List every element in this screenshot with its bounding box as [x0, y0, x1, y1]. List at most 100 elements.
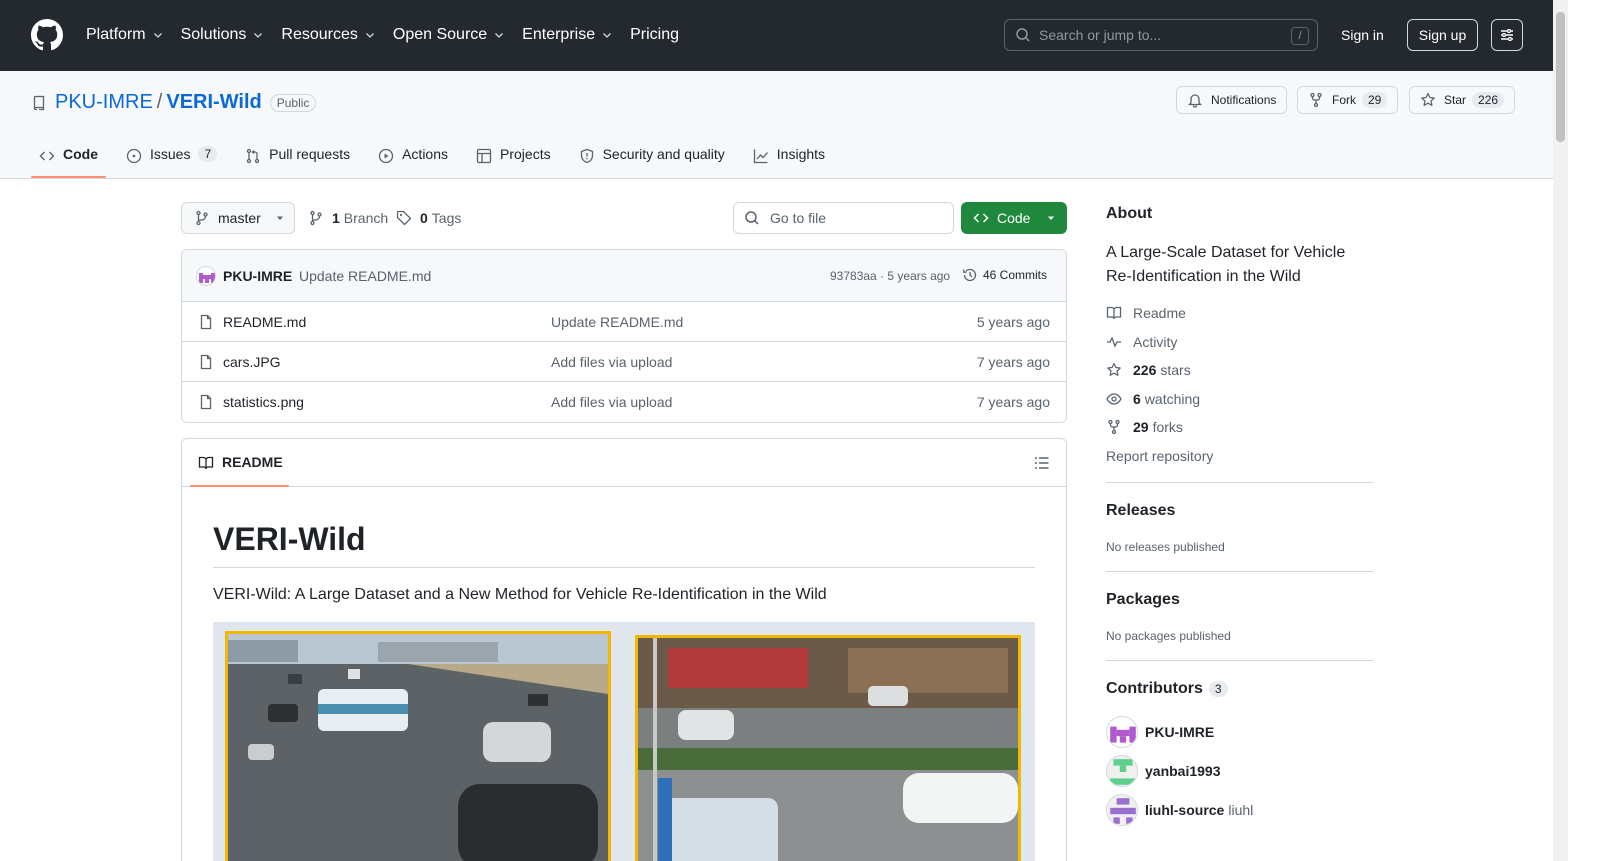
chevron-down-icon [254, 33, 263, 38]
traffic-photo-right [635, 635, 1021, 861]
chevron-down-icon [495, 33, 504, 38]
branch-selector-button[interactable]: master [181, 202, 295, 234]
latest-commit-bar: PKU-IMRE Update README.md 93783aa · 5 ye… [182, 250, 1066, 302]
readme-panel: README VERI-Wild VERI-Wild: A Large Data… [181, 438, 1067, 861]
tab-actions[interactable]: Actions [370, 141, 456, 178]
file-icon [200, 314, 212, 330]
tab-projects[interactable]: Projects [468, 141, 559, 178]
caret-down-icon [276, 216, 283, 220]
file-commit-message-link[interactable]: Update README.md [551, 314, 683, 330]
avatar [1106, 716, 1138, 748]
packages-empty-text: No packages published [1106, 629, 1231, 643]
tab-code[interactable]: Code [31, 141, 106, 178]
stars-link[interactable]: 226 stars [1106, 362, 1191, 378]
tab-issues[interactable]: Issues 7 [118, 141, 225, 178]
code-icon [39, 151, 55, 161]
nav-solutions[interactable]: Solutions [181, 24, 265, 46]
shield-icon [580, 148, 593, 164]
contributors-heading-link[interactable]: Contributors 3 [1106, 680, 1228, 698]
file-icon [200, 394, 212, 410]
commits-history-link[interactable]: 46 Commits [962, 267, 1047, 283]
book-icon [198, 456, 214, 470]
git-branch-icon [196, 210, 208, 226]
contributor-item[interactable]: yanbai1993 [1106, 755, 1221, 787]
file-name-link[interactable]: statistics.png [223, 394, 304, 410]
readme-link[interactable]: Readme [1106, 305, 1186, 321]
activity-link[interactable]: Activity [1106, 334, 1177, 350]
file-name-link[interactable]: cars.JPG [223, 354, 281, 370]
readme-tab[interactable]: README [190, 439, 291, 487]
file-age: 5 years ago [976, 314, 1050, 330]
branches-link[interactable]: 1 Branch [308, 210, 388, 226]
commit-author-link[interactable]: PKU-IMRE [223, 268, 292, 284]
fork-count: 29 [1362, 92, 1388, 108]
global-search-input[interactable]: Search or jump to... / [1004, 19, 1318, 51]
sidebar-divider [1106, 482, 1373, 483]
readme-title: VERI-Wild [213, 521, 366, 557]
search-icon [745, 211, 759, 225]
repo-owner-link[interactable]: PKU-IMRE [55, 91, 153, 114]
repo-name-link[interactable]: VERI-Wild [166, 91, 261, 114]
contributor-item[interactable]: PKU-IMRE [1106, 716, 1214, 748]
traffic-photo-left [225, 631, 611, 861]
sign-up-button[interactable]: Sign up [1407, 19, 1478, 51]
sliders-icon [1501, 29, 1513, 41]
fork-button[interactable]: Fork 29 [1297, 86, 1399, 114]
search-icon [1016, 28, 1030, 42]
sign-in-link[interactable]: Sign in [1341, 27, 1384, 43]
star-icon [1421, 92, 1435, 106]
releases-empty-text: No releases published [1106, 540, 1225, 554]
global-nav: Platform Solutions Resources Open Source… [86, 24, 696, 46]
tab-security[interactable]: Security and quality [571, 141, 733, 178]
go-to-file-input[interactable]: Go to file [733, 202, 954, 234]
packages-heading-link[interactable]: Packages [1106, 591, 1180, 609]
watchers-link[interactable]: 6 watching [1106, 391, 1200, 407]
contributors-count: 3 [1208, 681, 1228, 697]
list-unordered-icon[interactable] [1034, 455, 1050, 471]
repository-header: PKU-IMRE / VERI-Wild Public Notification… [0, 71, 1553, 179]
star-count: 226 [1472, 92, 1505, 108]
search-placeholder: Search or jump to... [1039, 27, 1162, 43]
notifications-button[interactable]: Notifications [1176, 86, 1288, 114]
github-logo-icon[interactable] [31, 19, 63, 51]
global-header: Platform Solutions Resources Open Source… [0, 0, 1553, 71]
star-button[interactable]: Star 226 [1409, 86, 1516, 114]
tag-icon [396, 210, 412, 226]
report-repository-link[interactable]: Report repository [1106, 448, 1213, 464]
forks-link[interactable]: 29 forks [1106, 419, 1183, 435]
fork-icon [1108, 419, 1120, 435]
nav-resources[interactable]: Resources [281, 24, 375, 46]
releases-heading-link[interactable]: Releases [1106, 502, 1175, 520]
file-age: 7 years ago [976, 394, 1050, 410]
search-shortcut-key: / [1291, 27, 1309, 45]
book-icon [1106, 306, 1122, 320]
visibility-badge: Public [269, 93, 317, 112]
caret-down-icon [1048, 216, 1055, 220]
table-icon [476, 148, 492, 164]
avatar[interactable] [196, 266, 216, 286]
nav-pricing[interactable]: Pricing [630, 24, 679, 46]
menu-toggle-button[interactable] [1491, 19, 1523, 51]
tags-link[interactable]: 0 Tags [396, 210, 461, 226]
nav-enterprise[interactable]: Enterprise [522, 24, 613, 46]
commit-hash-age[interactable]: 93783aa · 5 years ago [830, 269, 950, 283]
tab-insights[interactable]: Insights [745, 141, 833, 178]
table-row: statistics.png Add files via upload 7 ye… [182, 382, 1066, 422]
commit-message-link[interactable]: Update README.md [299, 268, 431, 284]
table-row: cars.JPG Add files via upload 7 years ag… [182, 342, 1066, 382]
readme-paragraph: VERI-Wild: A Large Dataset and a New Met… [213, 586, 827, 603]
readme-image-cars [213, 622, 1035, 861]
nav-platform[interactable]: Platform [86, 24, 164, 46]
code-download-button[interactable]: Code [961, 202, 1067, 234]
scrollbar-thumb[interactable] [1556, 12, 1565, 142]
chevron-down-icon [153, 33, 162, 38]
nav-open-source[interactable]: Open Source [393, 24, 505, 46]
file-name-link[interactable]: README.md [223, 314, 306, 330]
file-commit-message-link[interactable]: Add files via upload [551, 354, 672, 370]
sidebar-divider [1106, 571, 1373, 572]
tab-pull-requests[interactable]: Pull requests [237, 141, 358, 178]
git-branch-icon [310, 210, 322, 226]
file-commit-message-link[interactable]: Add files via upload [551, 394, 672, 410]
contributor-item[interactable]: liuhl-source liuhl [1106, 794, 1253, 826]
graph-icon [753, 149, 768, 164]
